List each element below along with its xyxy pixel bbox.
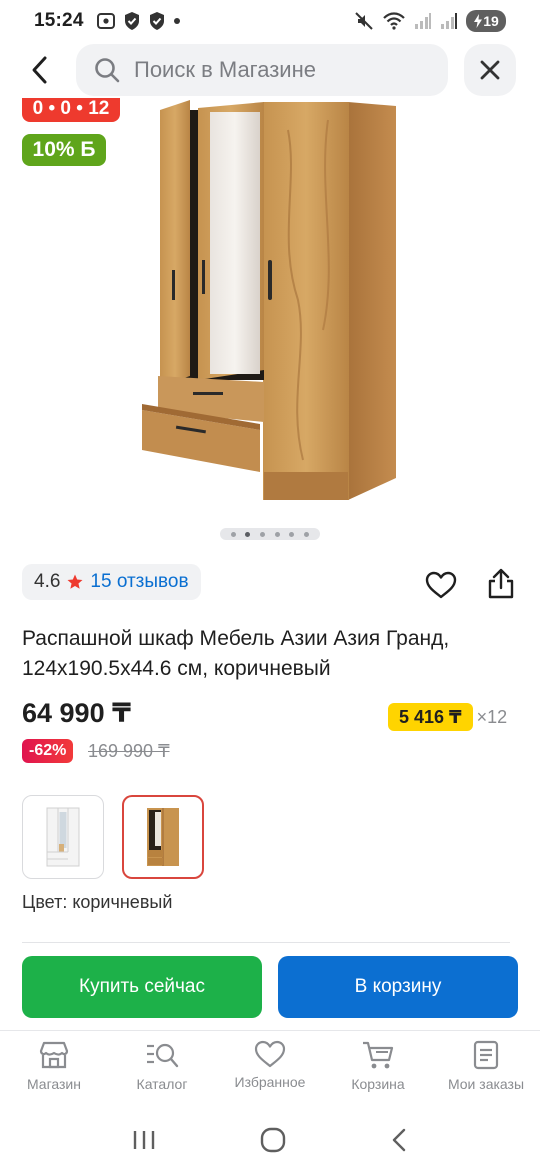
divider [22,942,510,943]
orders-icon [473,1040,499,1070]
nav-item-orders[interactable]: Мои заказы [432,1036,540,1100]
price: 64 990 ₸ [22,698,131,728]
charging-icon [474,14,483,28]
battery-indicator: 19 [466,10,506,32]
share-icon [488,568,514,599]
installment-term: ×12 [476,706,508,727]
heart-icon [425,571,457,599]
bottom-navigation: Магазин Каталог Избранное Корзина Мои за… [0,1036,540,1100]
variant-white[interactable] [22,795,104,879]
nav-item-cart[interactable]: Корзина [324,1036,432,1100]
wardrobe-white-thumbnail [46,807,80,867]
gallery-dot [245,531,251,537]
buy-now-button[interactable]: Купить сейчас [22,956,262,1018]
recent-apps-icon[interactable] [131,1128,157,1152]
signal-icon [441,13,457,29]
notification-dot-icon [173,18,180,24]
catalog-search-icon [147,1043,179,1068]
nav-item-catalog[interactable]: Каталог [108,1036,216,1100]
discount-badge: -62% [22,739,74,763]
status-bar: 15:24 19 [0,0,540,42]
product-title: Распашной шкаф Мебель Азии Азия Гранд, 1… [22,627,450,680]
color-variants [22,795,204,879]
nav-label: Избранное [234,1074,306,1090]
nav-item-favorites[interactable]: Избранное [216,1036,324,1100]
close-button[interactable] [464,44,516,96]
shop-icon [39,1041,69,1069]
screen-record-icon [96,13,115,29]
search-input[interactable]: Поиск в Магазине [76,44,448,96]
gallery-dot [304,531,310,537]
search-icon [95,58,120,83]
heart-icon [254,1040,286,1068]
back-button[interactable] [18,50,62,90]
bottom-nav-divider [0,1030,540,1031]
product-image[interactable] [138,100,398,505]
timer-badge: 0 • 0 • 12 [22,98,120,122]
nav-label: Мои заказы [447,1076,525,1092]
nav-label: Корзина [351,1076,405,1092]
installment-offer[interactable]: 5 416 ₸ ×12 [388,703,507,731]
search-placeholder: Поиск в Магазине [134,57,316,82]
reviews-link[interactable]: 15 отзывов [90,571,188,593]
bonus-badge: 10% Б [22,134,106,166]
color-label: Цвет: коричневый [22,892,173,912]
favorite-button[interactable] [422,566,460,604]
system-navigation [0,1110,540,1170]
star-icon [67,574,83,589]
gallery-dot [289,531,295,537]
add-to-cart-button[interactable]: В корзину [278,956,518,1018]
gallery-dot [230,531,236,537]
close-icon [480,60,500,80]
rating-summary[interactable]: 4.6 15 отзывов [22,564,201,600]
variant-brown[interactable] [122,795,204,879]
shield-icon [149,12,164,30]
nav-label: Каталог [136,1076,188,1092]
signal-icon [415,13,431,29]
mute-icon [355,12,373,30]
back-icon[interactable] [389,1127,409,1153]
status-time: 15:24 [34,10,84,31]
shield-icon [124,12,139,30]
rating-value: 4.6 [34,571,61,592]
gallery-pagination [220,528,320,540]
installment-amount: 5 416 ₸ [388,703,473,731]
gallery-dot [274,531,280,537]
wifi-icon [383,12,405,30]
cart-icon [363,1041,394,1069]
share-button[interactable] [482,564,520,604]
gallery-dot [260,531,266,537]
nav-item-shop[interactable]: Магазин [0,1036,108,1100]
wardrobe-brown-thumbnail [147,808,179,866]
top-bar: Поиск в Магазине [0,44,540,96]
chevron-left-icon [32,56,47,84]
nav-label: Магазин [26,1076,81,1092]
home-icon[interactable] [259,1126,287,1154]
old-price: 169 990 ₸ [88,741,170,761]
